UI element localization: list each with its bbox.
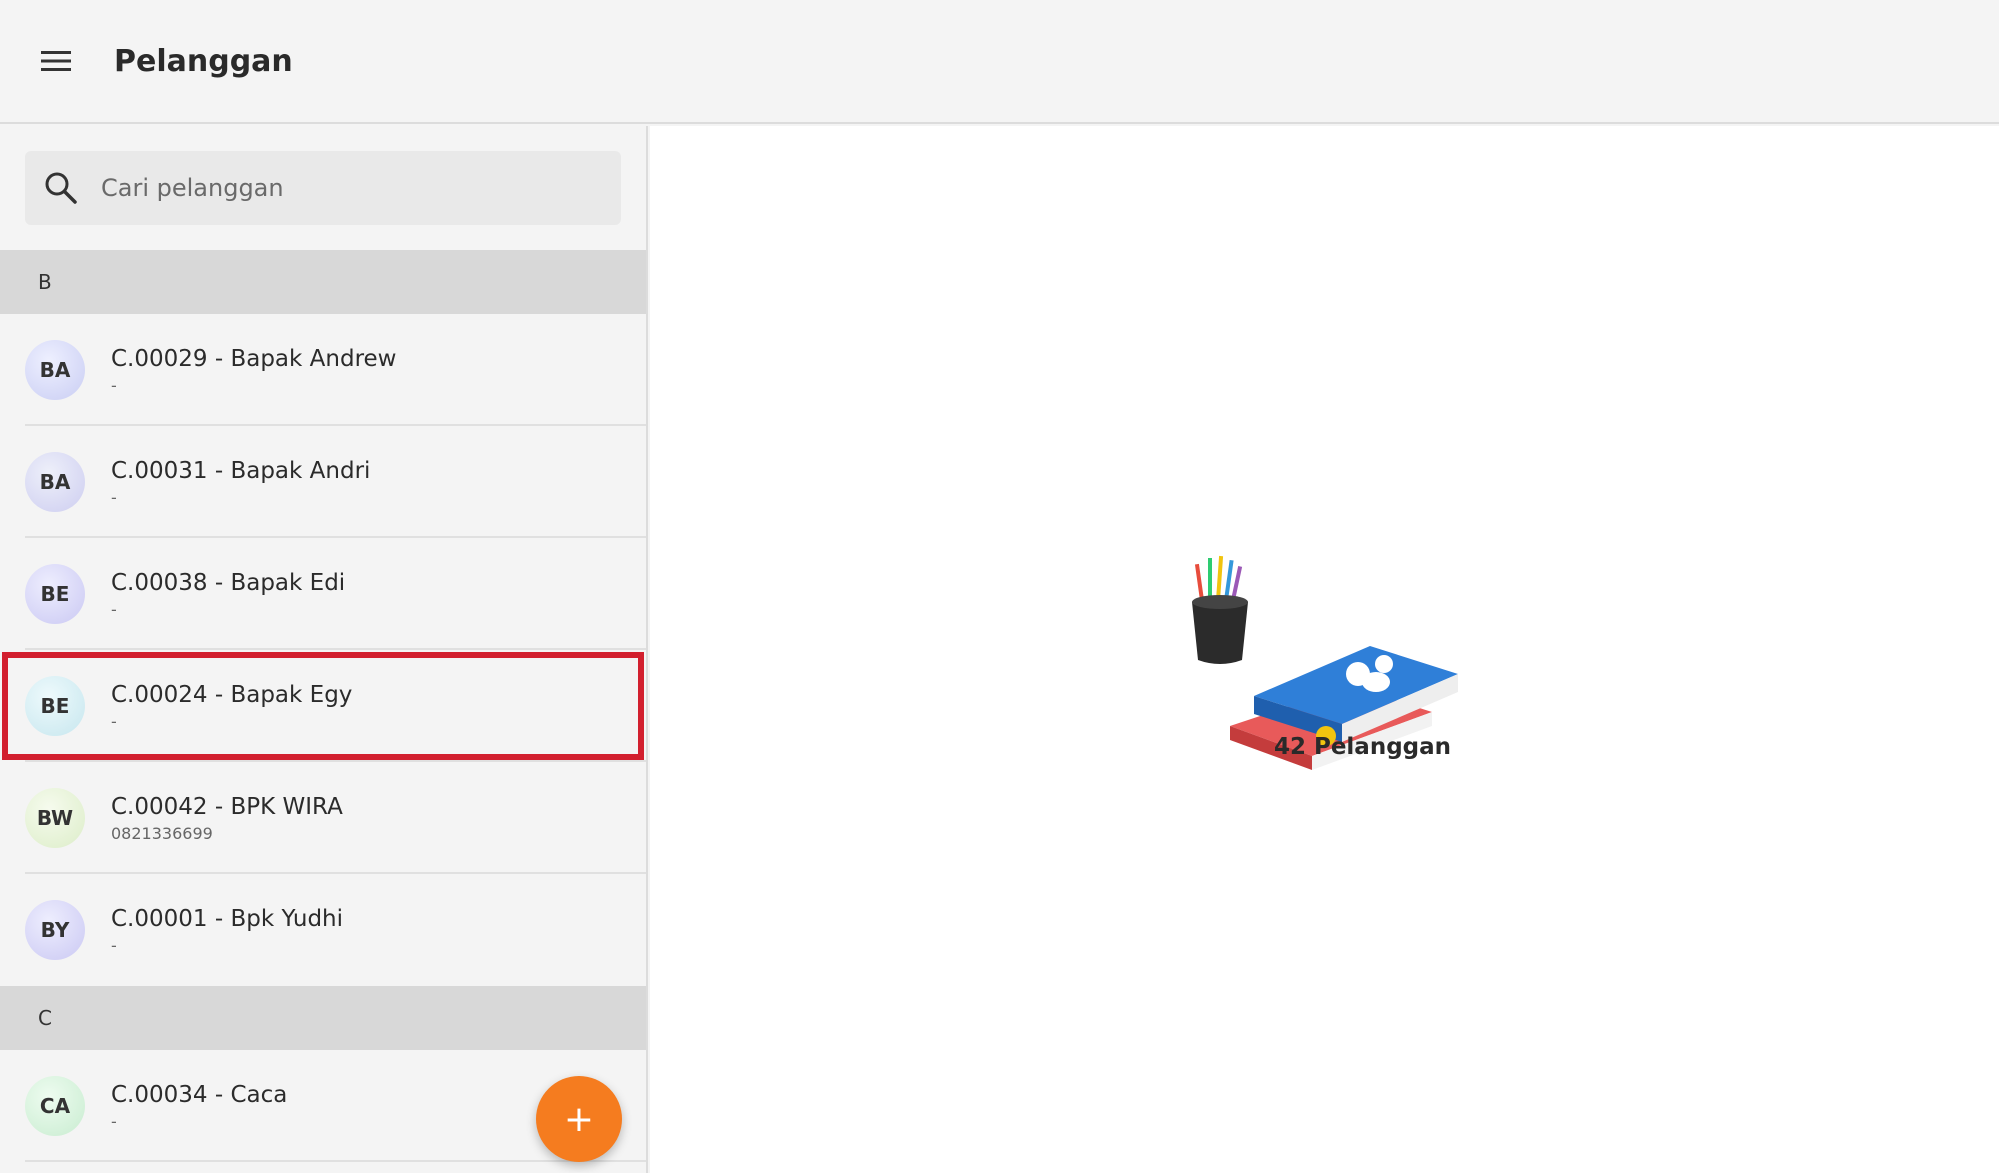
plus-icon: + (563, 1098, 595, 1140)
customer-phone: - (111, 375, 117, 395)
section-header-c: C (0, 986, 646, 1050)
customer-detail-pane: 42 Pelanggan (650, 126, 1999, 1173)
row-text: C.00024 - Bapak Egy - (111, 682, 352, 731)
customer-row-c00024[interactable]: BE C.00024 - Bapak Egy - (0, 650, 646, 762)
search-container (0, 126, 646, 250)
customer-row-c00042[interactable]: BW C.00042 - BPK WIRA 0821336699 (0, 762, 646, 874)
customer-row-c00001[interactable]: BY C.00001 - Bpk Yudhi - (0, 874, 646, 986)
avatar: CA (25, 1076, 85, 1136)
customer-row-c00029[interactable]: BA C.00029 - Bapak Andrew - (0, 314, 646, 426)
row-text: C.00042 - BPK WIRA 0821336699 (111, 794, 343, 843)
row-text: C.00034 - Caca - (111, 1082, 287, 1131)
row-text: C.00001 - Bpk Yudhi - (111, 906, 343, 955)
menu-button[interactable] (28, 33, 84, 89)
add-customer-button[interactable]: + (536, 1076, 622, 1162)
customer-name: C.00031 - Bapak Andri (111, 457, 371, 484)
search-icon (45, 172, 77, 204)
customer-row-c00031[interactable]: BA C.00031 - Bapak Andri - (0, 426, 646, 538)
avatar: BE (25, 564, 85, 624)
avatar: BY (25, 900, 85, 960)
address-book-illustration (1192, 555, 1458, 770)
customer-phone: - (111, 599, 117, 619)
customer-name: C.00024 - Bapak Egy (111, 681, 353, 708)
search-input[interactable] (101, 174, 581, 202)
avatar: BA (25, 452, 85, 512)
hamburger-menu-icon (41, 51, 71, 71)
customer-count-label: 42 Pelanggan (1273, 734, 1452, 760)
customer-phone: - (111, 711, 117, 731)
customer-phone: 0821336699 (111, 823, 213, 843)
customer-name: C.00038 - Bapak Edi (111, 569, 346, 596)
avatar: BE (25, 676, 85, 736)
customer-name: C.00034 - Caca (111, 1081, 288, 1108)
customer-name: C.00001 - Bpk Yudhi (111, 905, 344, 932)
avatar: BW (25, 788, 85, 848)
page-title: Pelanggan (114, 43, 293, 79)
customer-name: C.00042 - BPK WIRA (111, 793, 343, 820)
avatar: BA (25, 340, 85, 400)
app-bar: Pelanggan (0, 0, 1999, 124)
customer-list-pane: B BA C.00029 - Bapak Andrew - BA C.00031… (0, 126, 648, 1173)
customer-name: C.00029 - Bapak Andrew (111, 345, 397, 372)
search-box[interactable] (25, 151, 621, 225)
row-text: C.00038 - Bapak Edi - (111, 570, 345, 619)
row-text: C.00031 - Bapak Andri - (111, 458, 370, 507)
customer-phone: - (111, 1111, 117, 1131)
section-header-b: B (0, 250, 646, 314)
pencil-cup-icon (1192, 555, 1248, 664)
customer-phone: - (111, 487, 117, 507)
customer-row-c00038[interactable]: BE C.00038 - Bapak Edi - (0, 538, 646, 650)
customer-phone: - (111, 935, 117, 955)
row-text: C.00029 - Bapak Andrew - (111, 346, 396, 395)
